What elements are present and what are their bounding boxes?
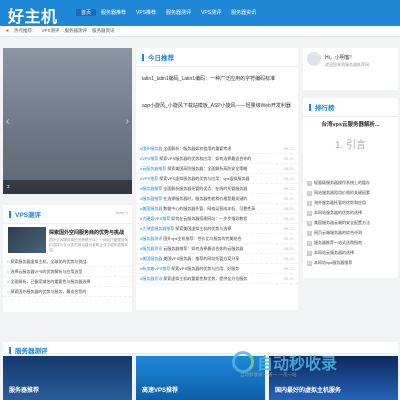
vps-review-panel: VPS测评 More » 探索国外空间服务商的优势与挑战 国外空间服务商的优势是… <box>3 205 132 312</box>
rank-item[interactable]: 6 美国服务器云端的安全配置方法 <box>303 218 398 228</box>
list-item[interactable]: #美国服务器 数据中心的服务器托管，网络运营成本低、可靠性高 09-21 <box>136 204 298 214</box>
list-item[interactable]: #大带宽服务器推荐 探索美国虚拟主机的优势与选择 09-21 <box>136 224 298 234</box>
list-item[interactable]: #服务器推荐 全面解析服务器托管的优点、在线的托管服务器 09-21 <box>136 184 298 194</box>
featured-headline-1[interactable]: latin1_latin1编码_Latin1编码：一种广泛应用的字符编码标准 <box>136 75 298 82</box>
list-item[interactable]: #国外服务器 全面解析：服务器如何租用的重要考虑 09-21 <box>136 144 298 154</box>
top-navbar: 好主机 首页 服务器推荐 VPS推荐 服务器测评 VPS测评 服务器资讯 <box>0 0 400 26</box>
feature-tiles: 服务器推荐 高速VPS推荐 国内最好的虚拟主机服务 <box>3 356 398 400</box>
server-review-header: 服务器测评 <box>3 342 398 355</box>
nav-server-review[interactable]: 服务器测评 <box>161 9 196 16</box>
tile-server[interactable]: 服务器推荐 <box>3 356 132 400</box>
user-welcome: 欢迎您来到服务器推荐网 <box>325 62 369 67</box>
nav-home[interactable]: 首页 <box>76 9 97 16</box>
list-item[interactable]: #VPS推荐 探索VPS虚拟服务器的优势与应用：vps虚拟服务器 09-21 <box>136 174 298 184</box>
nav-server-news[interactable]: 服务器资讯 <box>226 9 261 16</box>
list-item[interactable]: ○ 探索国外服务器的优势与服务，最适合您的 <box>3 287 132 297</box>
featured-title: 今日推荐 <box>136 48 298 67</box>
vps-thumbnail[interactable] <box>8 227 46 253</box>
rank-item[interactable]: 8 服务器推荐一站式选购指南 <box>303 238 398 248</box>
list-item[interactable]: ○ 选择云服务器VPS的优势解析与应用选型 <box>3 267 132 277</box>
watermark: 自动秒收录 <box>232 350 337 374</box>
list-item[interactable]: #服务器推荐 在选择服务器时，服务器性能和价格是最关键的 09-21 <box>136 194 298 204</box>
rank-item[interactable]: 4 海外服务器托管的优势和应用 <box>303 198 398 208</box>
vps-more-link[interactable]: More » <box>116 210 128 215</box>
rank-panel: 排行榜 台湾vps云服务器解析... 1. 引言 2 轻量级服务器操作系统上的缓存… <box>303 98 398 278</box>
rank-item[interactable]: 10 本网站vps服务器推荐 <box>303 258 398 268</box>
rank-item[interactable]: 2 轻量级服务器操作系统上的缓存 <box>303 178 398 188</box>
list-item[interactable]: #VPS推荐 探索VPS服务器的优势和应用：如何选择最适合你的 09-21 <box>136 154 298 164</box>
list-item[interactable]: ○ 探索服务器虚拟主机，全球化的优势与挑战 <box>3 257 132 267</box>
rank-hero[interactable]: 台湾vps云服务器解析... 1. 引言 <box>307 120 394 170</box>
list-item[interactable]: #大硬盘VPS推荐 如何在云服务器搭建网站：一步步指导教程 09-21 <box>136 214 298 224</box>
rank-title: 排行榜 <box>303 98 398 117</box>
watermark-subtext: 自动秒收录 一条一 一次一站 <box>240 372 297 377</box>
hot-link-vps-review[interactable]: VPS测评 <box>42 28 60 34</box>
list-item[interactable]: ○ 全面解析，已备案域名的重要性与服务器选择 <box>3 277 132 287</box>
fire-icon: ● <box>6 28 10 34</box>
vps-description: 国外空间服务商的优势是什么？，网站托管服务商的选择与在众多的网站建设者和企业中越… <box>49 238 129 252</box>
rank-item[interactable]: 9 本网站云服务器的选择 <box>303 248 398 258</box>
list-item[interactable]: #云服务器推荐 探索美国高防服务器：全面解析高防安全策略 09-21 <box>136 164 298 174</box>
nav-vps-recommend[interactable]: VPS推荐 <box>131 9 161 16</box>
list-item[interactable]: #服务器资讯 云服务器推荐：如何选择最适合你的云服务器 09-21 <box>136 244 298 254</box>
vps-headline[interactable]: 探索国外空间服务商的优势与挑战 <box>49 229 129 236</box>
nav-vps-review[interactable]: VPS测评 <box>196 9 226 16</box>
hot-link-server-review[interactable]: 服务器测评 <box>65 28 88 34</box>
rank-item[interactable]: 5 本网站服务器的优势的选择 <box>303 208 398 218</box>
rank-item[interactable]: 3 网站服务器租用价格的关键因素 <box>303 188 398 198</box>
user-greeting: Hi，小明客！ <box>325 55 355 61</box>
list-item[interactable]: #美国服务器 美国VPS服务器：推荐的网站托管方案分享 09-21 <box>136 254 298 264</box>
hot-link-server-news[interactable]: 服务器资讯 <box>92 28 115 34</box>
slider-prev-icon[interactable]: ‹ <box>6 116 9 127</box>
nav-server-recommend[interactable]: 服务器推荐 <box>96 9 131 16</box>
main-nav: 首页 服务器推荐 VPS推荐 服务器测评 VPS测评 服务器资讯 <box>76 9 261 16</box>
vps-list: ○ 探索服务器虚拟主机，全球化的优势与挑战 ○ 选择云服务器VPS的优势解析与应用选… <box>3 257 132 297</box>
rank-item[interactable]: 7 网页云端服务器的综合评测 <box>303 228 398 238</box>
avatar[interactable] <box>307 52 321 66</box>
rank-list: 2 轻量级服务器操作系统上的缓存 3 网站服务器租用价格的关键因素 4 海外服务器托管… <box>303 178 398 268</box>
news-list: #国外服务器 全面解析：服务器如何租用的重要考虑 09-21 #VPS推荐 探索VPS… <box>136 144 298 284</box>
vps-review-title: VPS测评 <box>3 205 132 224</box>
rank-hero-title[interactable]: 台湾vps云服务器解析... <box>307 120 394 128</box>
slider-next-icon[interactable]: › <box>126 116 129 127</box>
hot-topics-bar: ● 热点推荐： VPS测评 服务器测评 服务器资讯 <box>0 26 400 37</box>
image-slider[interactable]: ‹ › 3 <box>3 48 132 194</box>
featured-panel: 今日推荐 latin1_latin1编码_Latin1编码：一种广泛应用的字符编… <box>136 48 298 310</box>
slider-image <box>3 48 132 194</box>
hot-label: 热点推荐： <box>14 28 37 33</box>
watermark-logo-icon <box>232 351 254 373</box>
slider-caption: 3 <box>3 180 132 194</box>
rank-hero-quote: 1. 引言 <box>334 140 367 151</box>
watermark-text: 自动秒收录 <box>257 356 338 373</box>
featured-headline-2[interactable]: asp小旋风_小旋风下载站模板_ASP小旋风——轻量级Web开发利器 <box>136 102 298 109</box>
user-panel: Hi，小明客！ 欢迎您来到服务器推荐网 <box>303 48 398 90</box>
list-item[interactable]: #新加坡VPS推荐 探索VPS服务器的优势与应用、好服务 09-21 <box>136 264 298 274</box>
list-item[interactable]: #服务器资讯 探索虚拟主机的重要性和优势，提供全方位服务 09-21 <box>136 274 298 284</box>
list-item[interactable]: #服务器测评 国外vps主机推荐：性价比与服务的完美结合 09-21 <box>136 234 298 244</box>
site-logo[interactable]: 好主机 <box>8 3 58 27</box>
